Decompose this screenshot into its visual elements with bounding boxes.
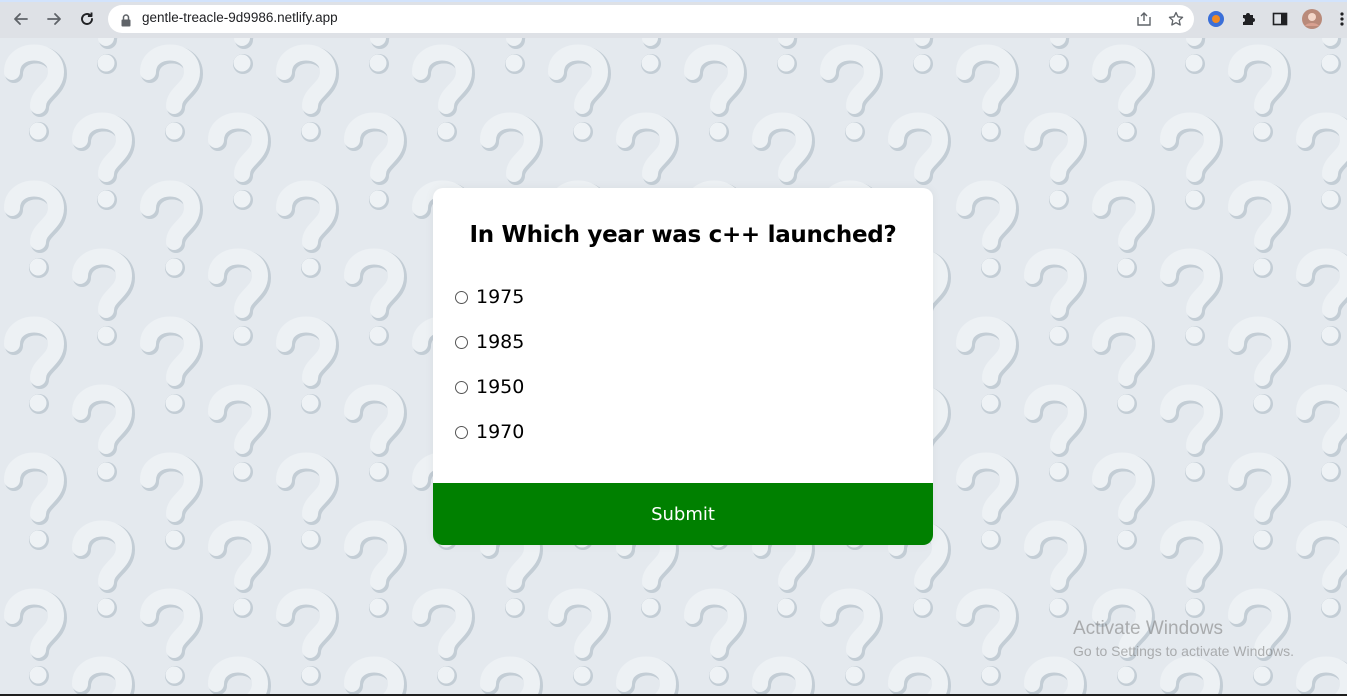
- answer-radio[interactable]: [455, 336, 468, 349]
- tab-strip-edge: [0, 0, 1347, 2]
- answer-list: 1975 1985 1950 1970: [453, 285, 524, 465]
- star-icon[interactable]: [1167, 10, 1185, 28]
- answer-label[interactable]: 1985: [476, 330, 524, 354]
- answer-radio[interactable]: [455, 381, 468, 394]
- url-text[interactable]: gentle-treacle-9d9986.netlify.app: [142, 10, 338, 25]
- activate-windows-subtitle: Go to Settings to activate Windows.: [1073, 643, 1294, 659]
- answer-label[interactable]: 1970: [476, 420, 524, 444]
- submit-button[interactable]: Submit: [433, 483, 933, 545]
- answer-label[interactable]: 1950: [476, 375, 524, 399]
- side-panel-icon[interactable]: [1270, 9, 1290, 29]
- browser-toolbar: gentle-treacle-9d9986.netlify.app: [0, 0, 1347, 38]
- answer-option[interactable]: 1975: [453, 285, 524, 330]
- answer-label[interactable]: 1975: [476, 285, 524, 309]
- forward-icon[interactable]: [43, 8, 65, 30]
- answer-radio[interactable]: [455, 426, 468, 439]
- question-title: In Which year was c++ launched?: [469, 222, 897, 248]
- answer-option[interactable]: 1950: [453, 375, 524, 420]
- quiz-card: In Which year was c++ launched? 1975 198…: [433, 188, 933, 545]
- answer-option[interactable]: 1970: [453, 420, 524, 465]
- address-bar[interactable]: gentle-treacle-9d9986.netlify.app: [108, 5, 1194, 33]
- menu-icon[interactable]: [1332, 9, 1347, 29]
- profile-avatar[interactable]: [1302, 9, 1322, 29]
- share-icon[interactable]: [1135, 10, 1153, 28]
- lock-icon[interactable]: [121, 12, 131, 31]
- puzzle-icon[interactable]: [1238, 9, 1258, 29]
- reload-icon[interactable]: [76, 8, 98, 30]
- extension-shield-icon[interactable]: [1206, 9, 1226, 29]
- activate-windows-title: Activate Windows: [1073, 618, 1223, 639]
- answer-option[interactable]: 1985: [453, 330, 524, 375]
- back-icon[interactable]: [10, 8, 32, 30]
- answer-radio[interactable]: [455, 291, 468, 304]
